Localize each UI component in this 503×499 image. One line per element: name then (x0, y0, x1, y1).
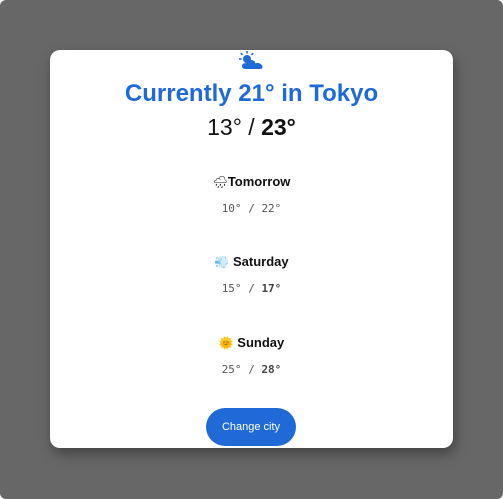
forecast-day-name: Saturday (232, 254, 289, 269)
change-city-button[interactable]: Change city (206, 408, 296, 446)
forecast-day-name: Sunday (237, 335, 285, 350)
today-temperature-range: 13° / 23° (50, 112, 453, 142)
range-separator: / (248, 363, 255, 376)
forecast-high: 28° (261, 363, 282, 376)
today-low: 13° (207, 114, 242, 140)
range-separator: / (248, 114, 255, 140)
weather-card: Currently 21° in Tokyo 13° / 23° 🌧Tomorr… (50, 50, 453, 448)
sun-icon: 🌞 (218, 336, 234, 350)
current-weather-headline: Currently 21° in Tokyo (124, 80, 379, 107)
range-separator: / (248, 282, 255, 295)
rain-cloud-icon: 🌧 (212, 175, 228, 189)
forecast-low: 15° (221, 282, 242, 295)
forecast-low: 10° (221, 202, 242, 215)
forecast-low: 25° (221, 363, 242, 376)
sun-behind-cloud-icon (239, 51, 265, 71)
wind-icon: 💨 (214, 255, 230, 269)
today-high: 23° (261, 114, 296, 140)
forecast-day: 💨 Saturday 15° / 17° (50, 253, 453, 297)
forecast-day: 🌞 Sunday 25° / 28° (50, 334, 453, 378)
forecast-high: 22° (261, 202, 282, 215)
forecast-day: 🌧Tomorrow 10° / 22° (50, 173, 453, 217)
forecast-high: 17° (261, 282, 282, 295)
range-separator: / (248, 202, 255, 215)
forecast-day-name: Tomorrow (227, 174, 291, 189)
